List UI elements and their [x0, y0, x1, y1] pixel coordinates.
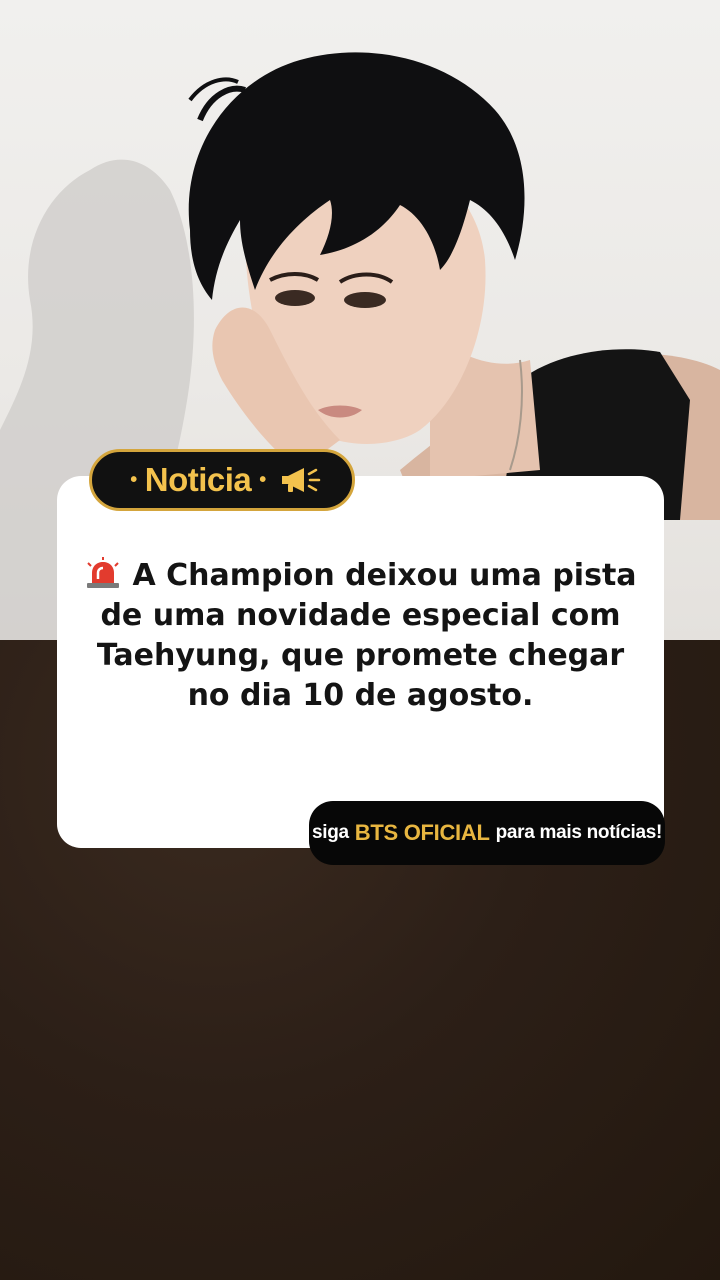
headline: A Champion deixou uma pista de uma novid… [77, 556, 644, 716]
headline-text: A Champion deixou uma pista de uma novid… [96, 558, 637, 713]
follow-banner: siga BTS OFICIAL para mais notícias! [309, 801, 665, 865]
follow-suffix: para mais notícias! [495, 822, 663, 843]
right-eye [344, 292, 386, 308]
badge-bullet-right: • [259, 468, 266, 491]
siren-icon [87, 557, 120, 588]
news-card: A Champion deixou uma pista de uma novid… [57, 476, 664, 848]
badge-bullet-left: • [130, 468, 137, 491]
left-eye [275, 290, 315, 306]
news-badge: • Noticia • [89, 449, 355, 511]
follow-brand: BTS OFICIAL [354, 820, 490, 845]
follow-prefix: siga [311, 822, 349, 843]
badge-label: Noticia [144, 461, 252, 498]
megaphone-icon [281, 468, 321, 492]
